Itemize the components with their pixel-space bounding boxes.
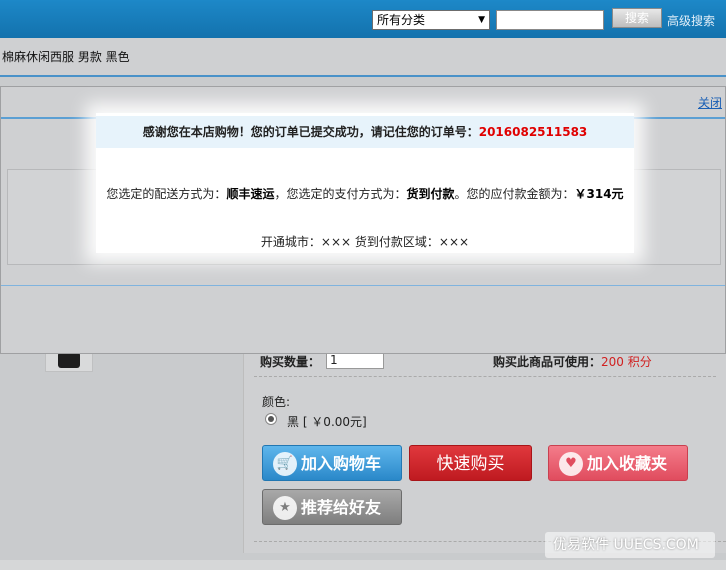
amount-value: ￥314元 — [574, 187, 624, 201]
amount-label: 。您的应付款金额为： — [454, 187, 575, 201]
watermark: 优易软件 UUECS.COM — [545, 532, 715, 558]
close-link[interactable]: 关闭 — [698, 94, 722, 111]
color-option-label: 黑 [ ￥0.00元] — [287, 415, 367, 429]
search-button[interactable]: 搜索 — [612, 8, 662, 28]
footer-strip — [0, 560, 726, 570]
divider — [1, 285, 725, 286]
star-icon: ★ — [273, 496, 297, 520]
category-select-value: 所有分类 — [377, 13, 426, 27]
advanced-search-link[interactable]: 高级搜索 — [667, 12, 715, 29]
buy-now-button[interactable]: 快速购买 — [409, 445, 532, 481]
payment-method: 货到付款 — [406, 187, 455, 201]
product-title-strip: 棉麻休闲西服 男款 黑色 — [0, 38, 726, 75]
cart-icon: 🛒 — [273, 452, 297, 476]
category-select[interactable]: 所有分类 ▼ — [372, 10, 490, 30]
quantity-label: 购买数量： — [260, 355, 321, 369]
search-input[interactable] — [496, 10, 604, 30]
order-summary: 您选定的配送方式为：顺丰速运，您选定的支付方式为：货到付款。您的应付款金额为：￥… — [96, 185, 634, 202]
divider — [254, 376, 716, 377]
color-label: 颜色: — [262, 395, 291, 409]
top-bar: 所有分类 ▼ 搜索 高级搜索 — [0, 0, 726, 38]
delivery-area-text: 开通城市：××× 货到付款区域：××× — [260, 235, 470, 249]
recommend-label: 推荐给好友 — [301, 498, 382, 517]
color-radio[interactable] — [265, 413, 277, 425]
add-to-cart-button[interactable]: 🛒 加入购物车 — [262, 445, 402, 481]
add-favorite-button[interactable]: ♥ 加入收藏夹 — [548, 445, 688, 481]
points-value: 200 积分 — [601, 355, 652, 369]
add-favorite-label: 加入收藏夹 — [587, 454, 668, 473]
order-success-message: 感谢您在本店购物！您的订单已提交成功，请记住您的订单号：201608251158… — [96, 116, 634, 148]
shipping-method: 顺丰速运 — [226, 187, 275, 201]
order-confirm-box: 感谢您在本店购物！您的订单已提交成功，请记住您的订单号：201608251158… — [96, 113, 634, 253]
order-number: 2016082511583 — [478, 125, 588, 139]
add-to-cart-label: 加入购物车 — [301, 454, 382, 473]
thumbnail-image — [58, 352, 80, 368]
points-label: 购买此商品可使用： — [493, 355, 602, 369]
payment-label: ，您选定的支付方式为： — [274, 187, 407, 201]
product-title: 棉麻休闲西服 男款 黑色 — [2, 50, 130, 64]
heart-icon: ♥ — [559, 452, 583, 476]
shipping-label: 您选定的配送方式为： — [106, 187, 227, 201]
chevron-down-icon: ▼ — [478, 15, 485, 25]
thanks-text: 感谢您在本店购物！您的订单已提交成功，请记住您的订单号： — [142, 125, 479, 139]
recommend-button[interactable]: ★ 推荐给好友 — [262, 489, 402, 525]
divider — [0, 75, 726, 77]
